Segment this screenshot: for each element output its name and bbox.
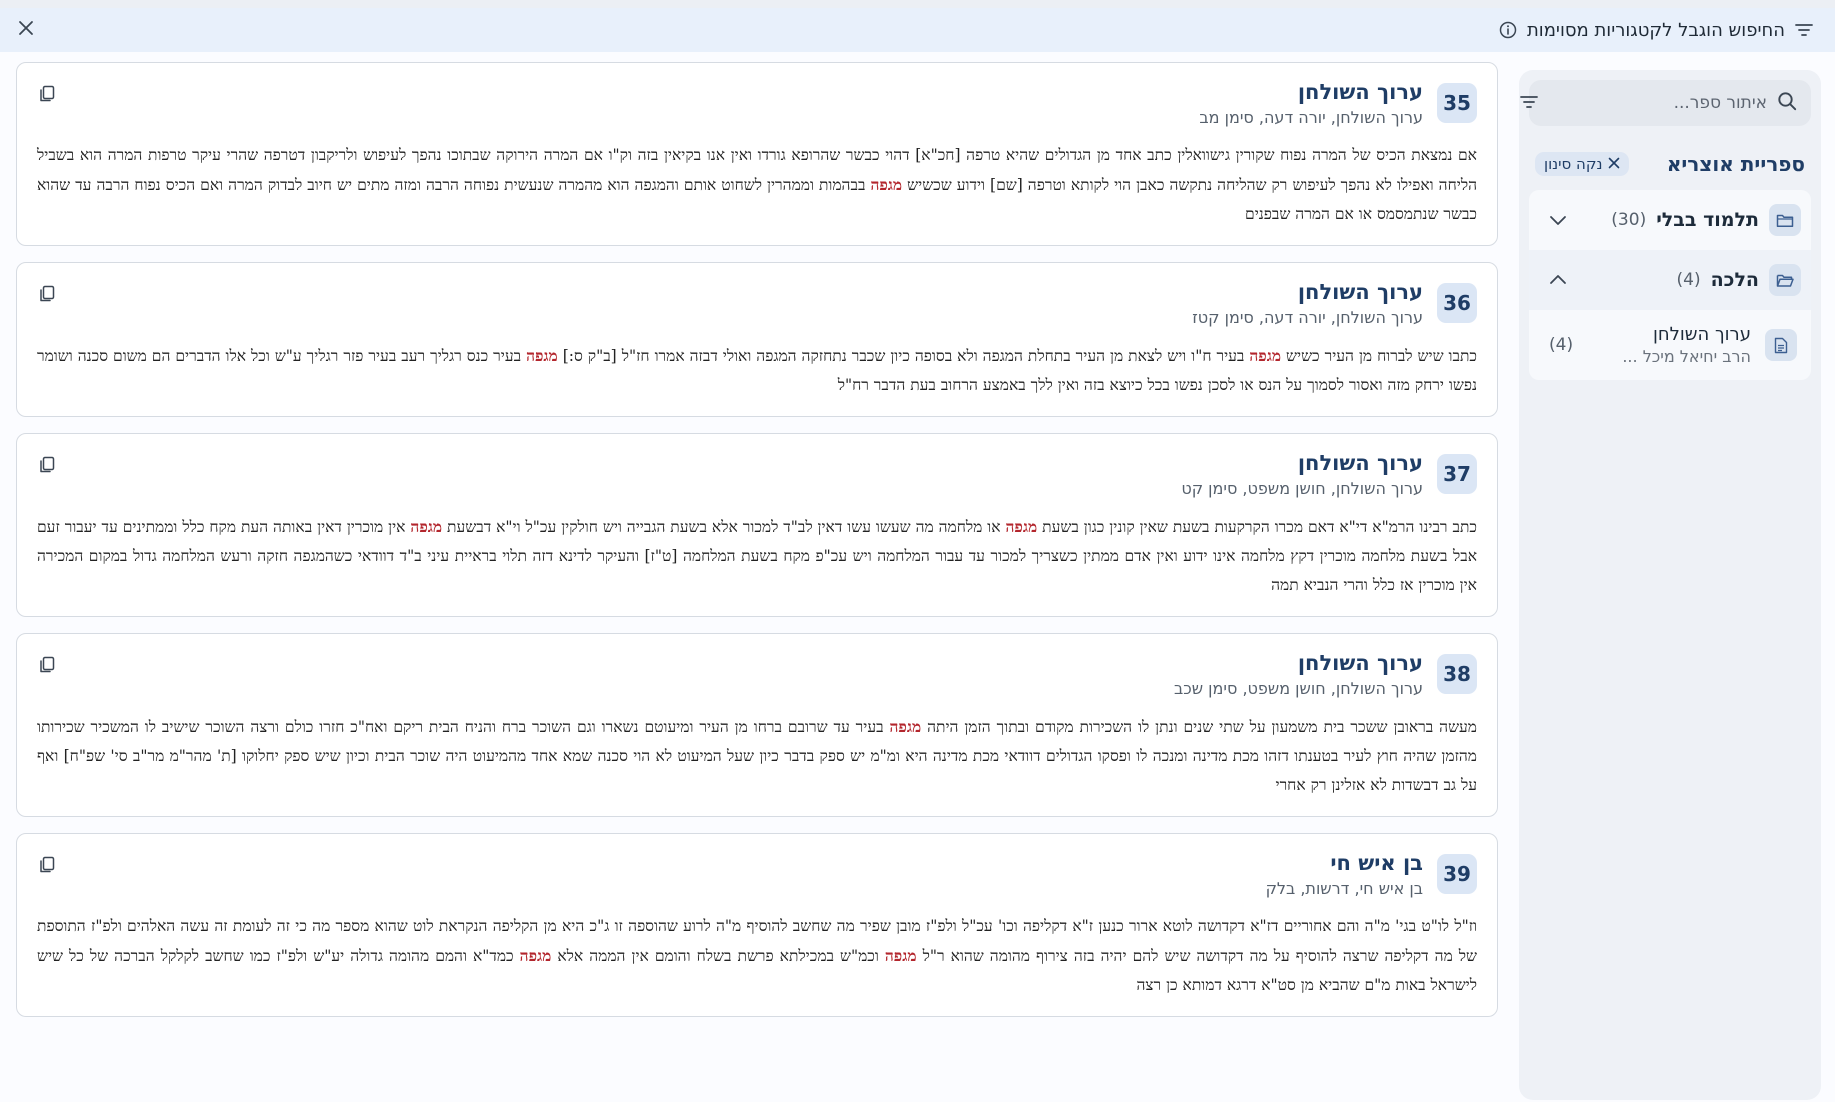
category-tree: תלמוד בבלי (30) הלכה (4) ערוך השולחן הרב… — [1529, 190, 1811, 380]
result-titles: ערוך השולחן ערוך השולחן, חושן משפט, סימן … — [1181, 448, 1423, 500]
search-term-highlight: מגפה — [519, 946, 552, 965]
search-term-highlight: מגפה — [884, 946, 917, 965]
filter-notice-banner: החיפוש הוגבל לקטגוריות מסוימות — [0, 8, 1835, 52]
clear-x-icon — [1608, 155, 1620, 173]
info-circle-icon — [1499, 21, 1517, 39]
result-title[interactable]: בן איש חי — [1266, 848, 1423, 878]
search-term-highlight: מגפה — [410, 517, 443, 536]
book-file-icon — [1765, 329, 1797, 361]
copy-icon[interactable] — [39, 85, 55, 107]
result-header: 35 ערוך השולחן ערוך השולחן, יורה דעה, סימן… — [37, 77, 1477, 129]
banner-content: החיפוש הוגבל לקטגוריות מסוימות — [1499, 20, 1813, 41]
chevron-up-icon[interactable] — [1549, 274, 1567, 286]
result-reference: ערוך השולחן, יורה דעה, סימן מב — [1199, 108, 1423, 127]
result-card[interactable]: 36 ערוך השולחן ערוך השולחן, יורה דעה, סימן… — [16, 262, 1498, 417]
search-term-highlight: מגפה — [1005, 517, 1038, 536]
tree-node-label: הלכה — [1710, 269, 1759, 291]
result-header: 37 ערוך השולחן ערוך השולחן, חושן משפט, סימ… — [37, 448, 1477, 500]
filter-icon[interactable] — [1520, 94, 1538, 113]
tree-node-label: תלמוד בבלי — [1656, 209, 1759, 231]
copy-icon[interactable] — [39, 285, 55, 307]
search-term-highlight: מגפה — [889, 717, 922, 736]
result-snippet: וז"ל לו"ט בגי' מ"ה והם אחוריים דז"א דקדו… — [37, 917, 1478, 994]
chevron-down-icon[interactable] — [1549, 214, 1567, 226]
result-header: 39 בן איש חי בן איש חי, דרשות, בלק — [37, 848, 1477, 900]
result-snippet: מעשה בראובן ששכר בית משמעון על שתי שנים … — [37, 717, 1477, 794]
result-snippet: אם נמצאת הכיס של המרה נפוח שקורין גישווא… — [37, 146, 1477, 223]
close-x-icon — [18, 20, 34, 40]
result-snippet: כתבו שיש לברוח מן העיר כשיש מגפה בעיר ח"… — [37, 346, 1477, 394]
result-card[interactable]: 39 בן איש חי בן איש חי, דרשות, בלק וז"ל לו"… — [16, 833, 1498, 1017]
result-snippet: כתב רבינו הרמ"א די"א דאם מכרו הקרקעות בש… — [37, 517, 1477, 594]
tree-node-halacha[interactable]: הלכה (4) — [1529, 250, 1811, 310]
result-reference: ערוך השולחן, יורה דעה, סימן קטז — [1192, 308, 1423, 327]
result-reference: ערוך השולחן, חושן משפט, סימן שכב — [1174, 679, 1423, 698]
folder-icon — [1769, 204, 1801, 236]
top-strip — [0, 0, 1835, 8]
copy-icon[interactable] — [39, 856, 55, 878]
leaf-title: ערוך השולחן — [1652, 324, 1751, 345]
result-title[interactable]: ערוך השולחן — [1192, 277, 1423, 307]
library-header: ספריית אוצריא נקה סינון — [1529, 152, 1811, 176]
search-term-highlight: מגפה — [526, 346, 558, 365]
result-header: 36 ערוך השולחן ערוך השולחן, יורה דעה, סימן… — [37, 277, 1477, 329]
banner-text: החיפוש הוגבל לקטגוריות מסוימות — [1526, 19, 1785, 41]
result-reference: ערוך השולחן, חושן משפט, סימן קט — [1181, 479, 1423, 498]
leaf-text: ערוך השולחן הרב יחיאל מיכל ... — [1622, 324, 1751, 366]
result-number-badge: 36 — [1437, 283, 1477, 323]
result-reference: בן איש חי, דרשות, בלק — [1265, 879, 1423, 898]
tree-leaf-aruch-hashulchan[interactable]: ערוך השולחן הרב יחיאל מיכל ... (4) — [1529, 310, 1811, 380]
copy-icon[interactable] — [39, 656, 55, 678]
tree-node-talmud-bavli[interactable]: תלמוד בבלי (30) — [1529, 190, 1811, 250]
result-titles: ערוך השולחן ערוך השולחן, חושן משפט, סימן … — [1174, 648, 1423, 700]
close-banner-button[interactable] — [18, 20, 34, 40]
result-number-badge: 39 — [1437, 854, 1477, 894]
result-title[interactable]: ערוך השולחן — [1181, 448, 1423, 478]
tree-node-count: (30) — [1611, 210, 1647, 230]
result-number-badge: 37 — [1437, 454, 1477, 494]
result-card[interactable]: 35 ערוך השולחן ערוך השולחן, יורה דעה, סימן… — [16, 62, 1498, 246]
result-titles: בן איש חי בן איש חי, דרשות, בלק — [1266, 848, 1423, 900]
clear-filter-chip[interactable]: נקה סינון — [1535, 152, 1630, 176]
result-titles: ערוך השולחן ערוך השולחן, יורה דעה, סימן ק… — [1192, 277, 1423, 329]
book-search-box — [1520, 80, 1811, 126]
copy-icon[interactable] — [39, 456, 55, 478]
result-card[interactable]: 37 ערוך השולחן ערוך השולחן, חושן משפט, סימ… — [16, 433, 1498, 617]
result-titles: ערוך השולחן ערוך השולחן, יורה דעה, סימן מ… — [1199, 77, 1423, 129]
result-header: 38 ערוך השולחן ערוך השולחן, חושן משפט, סימ… — [37, 648, 1477, 700]
library-title: ספריית אוצריא — [1666, 152, 1805, 176]
clear-filter-label: נקה סינון — [1544, 155, 1603, 173]
search-icon[interactable] — [1777, 91, 1797, 115]
tree-node-count: (4) — [1676, 270, 1701, 290]
folder-open-icon — [1769, 264, 1801, 296]
result-number-badge: 38 — [1437, 654, 1477, 694]
leaf-count: (4) — [1549, 335, 1574, 355]
search-results-list: 35 ערוך השולחן ערוך השולחן, יורה דעה, סימן… — [16, 62, 1498, 1033]
result-title[interactable]: ערוך השולחן — [1174, 648, 1423, 678]
book-search-input[interactable] — [1548, 93, 1767, 113]
filter-lines-icon — [1795, 23, 1813, 37]
library-sidebar: ספריית אוצריא נקה סינון תלמוד בבלי (30) … — [1519, 70, 1821, 1100]
search-term-highlight: מגפה — [1249, 346, 1282, 365]
leaf-author: הרב יחיאל מיכל ... — [1622, 347, 1751, 366]
result-card[interactable]: 38 ערוך השולחן ערוך השולחן, חושן משפט, סימ… — [16, 633, 1498, 817]
result-number-badge: 35 — [1437, 83, 1477, 123]
search-term-highlight: מגפה — [870, 175, 903, 194]
result-title[interactable]: ערוך השולחן — [1199, 77, 1423, 107]
